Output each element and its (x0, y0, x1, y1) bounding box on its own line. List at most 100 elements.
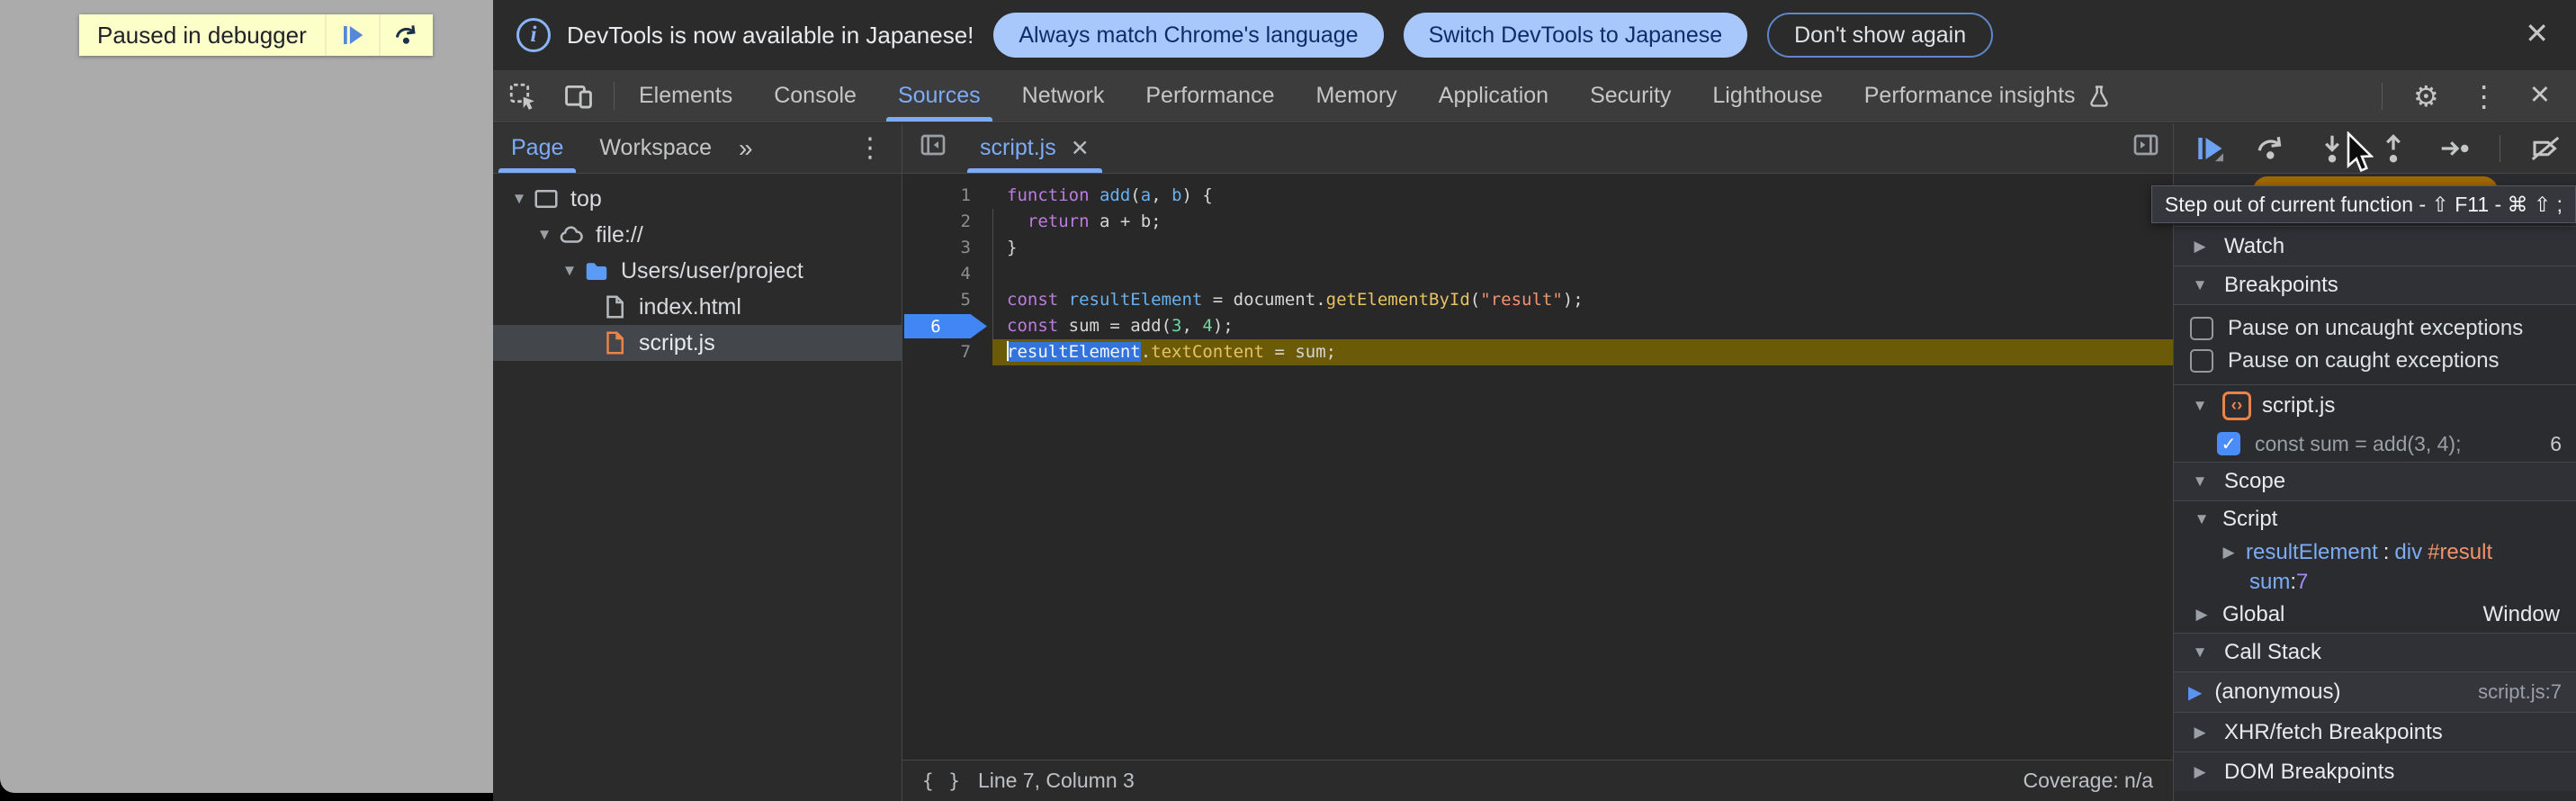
main-tab-performance-insights[interactable]: Performance insights (1844, 70, 2132, 122)
call-stack-section-header[interactable]: ▼ Call Stack (2174, 633, 2576, 672)
tree-item-project-folder[interactable]: ▼ Users/user/project (493, 253, 902, 289)
expanded-twisty-icon[interactable]: ▼ (507, 190, 531, 208)
main-tab-sources[interactable]: Sources (877, 70, 1001, 122)
scope-script-group[interactable]: ▼ Script (2174, 501, 2576, 537)
code-row-3[interactable]: 3} (902, 235, 2173, 261)
checkbox-label: Pause on uncaught exceptions (2228, 316, 2523, 341)
variable-name: sum (2249, 570, 2290, 595)
line-number[interactable]: 2 (902, 209, 992, 235)
step-over-overlay-button[interactable] (379, 14, 433, 56)
info-icon: i (516, 18, 551, 52)
tree-item-index-html[interactable]: index.html (493, 289, 902, 325)
line-number[interactable]: 1 (902, 183, 992, 209)
code-line-text[interactable]: function add(a, b) { (992, 183, 2173, 209)
call-stack-frame[interactable]: ▶ (anonymous) script.js:7 (2174, 672, 2576, 712)
code-line-text[interactable]: return a + b; (992, 209, 2173, 235)
breakpoints-section-header[interactable]: ▼ Breakpoints (2174, 266, 2576, 305)
more-tabs-chevron-icon[interactable]: » (730, 134, 762, 163)
indent-guide (992, 209, 993, 339)
step-out-button[interactable] (2377, 132, 2410, 165)
line-number[interactable]: 4 (902, 261, 992, 287)
notification-close-icon[interactable]: ✕ (2525, 16, 2549, 50)
code-line-text[interactable] (992, 261, 2173, 287)
pretty-print-icon[interactable]: { } (922, 770, 962, 792)
code-row-5[interactable]: 5const resultElement = document.getEleme… (902, 287, 2173, 313)
scope-group-label: Script (2222, 507, 2277, 532)
inspect-element-icon[interactable] (507, 81, 538, 112)
line-number[interactable]: 3 (902, 235, 992, 261)
switch-devtools-japanese-button[interactable]: Switch DevTools to Japanese (1404, 13, 1748, 58)
code-row-7[interactable]: 7resultElement.textContent = sum; (902, 339, 2173, 365)
close-devtools-icon[interactable]: ✕ (2529, 83, 2551, 109)
breakpoint-enabled-checkbox[interactable]: ✓ (2217, 432, 2240, 455)
scope-global-group[interactable]: ▶ Global Window (2174, 597, 2576, 633)
code-line-text[interactable]: } (992, 235, 2173, 261)
tree-item-label: file:// (596, 222, 643, 248)
close-tab-icon[interactable]: ✕ (1071, 135, 1090, 162)
code-row-4[interactable]: 4 (902, 261, 2173, 287)
browser-page-background: Paused in debugger (0, 0, 493, 793)
toolbar-divider (614, 82, 615, 110)
code-editor[interactable]: 1function add(a, b) {2 return a + b;3}45… (902, 174, 2173, 760)
deactivate-breakpoints-button[interactable] (2529, 132, 2562, 165)
settings-gear-icon[interactable]: ⚙ (2413, 82, 2439, 111)
navigator-tab-workspace[interactable]: Workspace (581, 123, 730, 173)
navigator-pane: Page Workspace » ⋮ ▼ top ▼ file:// (493, 123, 902, 801)
editor-tab-script-js[interactable]: script.js ✕ (962, 123, 1108, 173)
line-number[interactable]: 7 (902, 339, 992, 365)
resume-script-overlay-button[interactable] (325, 14, 379, 56)
code-row-6[interactable]: 6const sum = add(3, 4); (902, 313, 2173, 339)
code-line-text[interactable]: const sum = add(3, 4); (992, 313, 2173, 339)
line-number[interactable]: 5 (902, 287, 992, 313)
code-line-text[interactable]: resultElement.textContent = sum; (992, 339, 2173, 365)
step-into-button[interactable] (2316, 132, 2348, 165)
frame-location: script.js:7 (2478, 680, 2562, 704)
collapse-navigator-icon[interactable] (902, 130, 962, 166)
pause-on-uncaught-checkbox[interactable] (2190, 317, 2213, 340)
always-match-language-button[interactable]: Always match Chrome's language (993, 13, 1383, 58)
code-line-text[interactable]: const resultElement = document.getElemen… (992, 287, 2173, 313)
step-over-button[interactable] (2255, 132, 2287, 165)
tree-item-label: script.js (639, 330, 715, 356)
scope-var-resultelement[interactable]: ▶ resultElement: div#result (2174, 537, 2576, 567)
collapsed-twisty-icon: ▶ (2188, 724, 2212, 742)
code-row-1[interactable]: 1function add(a, b) { (902, 183, 2173, 209)
navigator-tab-page[interactable]: Page (493, 123, 581, 173)
watch-section-header[interactable]: ▶ Watch (2174, 226, 2576, 266)
breakpoint-marker[interactable]: 6 (902, 313, 992, 339)
variable-value-tag: div (2394, 540, 2422, 565)
main-tab-lighthouse[interactable]: Lighthouse (1692, 70, 1843, 122)
pause-on-caught-checkbox[interactable] (2190, 349, 2213, 373)
breakpoint-entry[interactable]: ✓ const sum = add(3, 4); 6 (2174, 426, 2576, 462)
main-tab-performance[interactable]: Performance (1125, 70, 1295, 122)
expanded-twisty-icon[interactable]: ▼ (558, 262, 581, 280)
frame-name: (anonymous) (2214, 680, 2340, 705)
breakpoint-group-script-js[interactable]: ▼ ‹› script.js (2174, 384, 2576, 426)
collapse-debugger-sidebar-icon[interactable] (2132, 130, 2173, 166)
dom-breakpoints-section-header[interactable]: ▶ DOM Breakpoints (2174, 752, 2576, 791)
toggle-device-toolbar-icon[interactable] (563, 81, 594, 112)
xhr-breakpoints-section-header[interactable]: ▶ XHR/fetch Breakpoints (2174, 712, 2576, 752)
tree-item-top[interactable]: ▼ top (493, 181, 902, 217)
resume-script-button[interactable] (2194, 132, 2226, 165)
main-tab-memory[interactable]: Memory (1295, 70, 1417, 122)
scope-section-header[interactable]: ▼ Scope (2174, 462, 2576, 501)
code-row-2[interactable]: 2 return a + b; (902, 209, 2173, 235)
expanded-twisty-icon: ▼ (2190, 510, 2213, 528)
tree-item-label: Users/user/project (621, 258, 803, 284)
variable-name: resultElement (2246, 540, 2378, 565)
main-tab-security[interactable]: Security (1569, 70, 1692, 122)
main-tab-application[interactable]: Application (1418, 70, 1569, 122)
experiment-flask-icon (2087, 84, 2112, 109)
main-tab-console[interactable]: Console (753, 70, 877, 122)
more-options-menu-icon[interactable]: ⋮ (2470, 82, 2499, 111)
main-tab-elements[interactable]: Elements (618, 70, 753, 122)
notification-message: DevTools is now available in Japanese! (567, 22, 974, 50)
dont-show-again-button[interactable]: Don't show again (1767, 13, 1993, 58)
tree-item-file-origin[interactable]: ▼ file:// (493, 217, 902, 253)
navigator-more-menu-icon[interactable]: ⋮ (857, 132, 902, 164)
tree-item-script-js[interactable]: script.js (493, 325, 902, 361)
expanded-twisty-icon[interactable]: ▼ (533, 226, 556, 244)
main-tab-network[interactable]: Network (1001, 70, 1126, 122)
step-button[interactable] (2438, 132, 2471, 165)
